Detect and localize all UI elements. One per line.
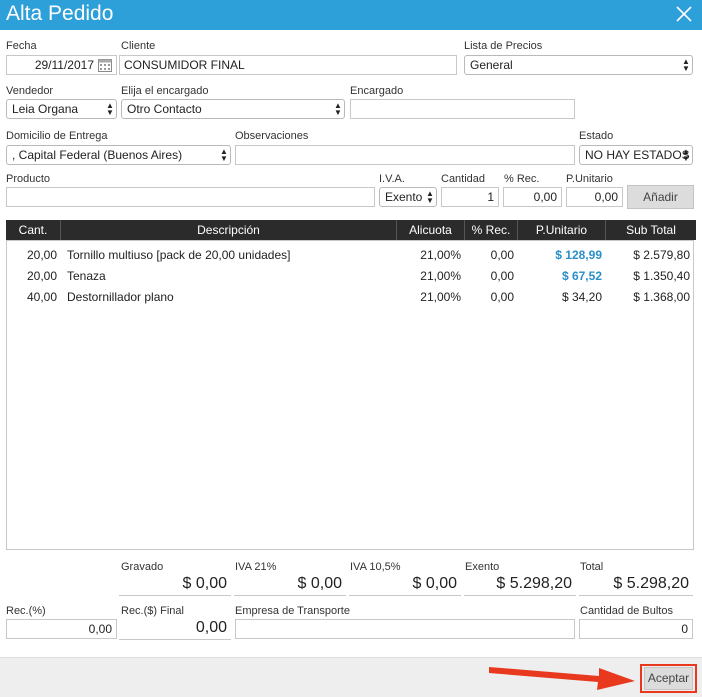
encargado-select[interactable]: Otro Contacto ▲ ▼: [121, 99, 345, 119]
cell-cant: 20,00: [26, 248, 57, 262]
items-table-header: Cant. Descripción Alicuota % Rec. P.Unit…: [6, 220, 696, 240]
rec-final-value: 0,00: [119, 618, 231, 640]
select-arrows-icon: ▲ ▼: [682, 57, 690, 73]
transporte-input[interactable]: [235, 619, 575, 639]
punitario-label: P.Unitario: [566, 173, 613, 185]
select-arrows-icon: ▲ ▼: [106, 101, 114, 117]
estado-label: Estado: [579, 130, 614, 142]
estado-select[interactable]: NO HAY ESTADOS ▲ ▼: [579, 145, 693, 165]
encargado-select-label: Elija el encargado: [121, 85, 209, 97]
observaciones-label: Observaciones: [235, 130, 309, 142]
transporte-label: Empresa de Transporte: [235, 605, 350, 617]
select-arrows-icon: ▲ ▼: [426, 189, 434, 205]
cell-punitario: $ 128,99: [555, 248, 602, 262]
cell-cant: 40,00: [26, 290, 57, 304]
producto-label: Producto: [6, 173, 51, 185]
exento-value: $ 5.298,20: [464, 574, 576, 596]
rec-pct-label: Rec.(%): [6, 605, 46, 617]
accept-button[interactable]: Aceptar: [644, 667, 693, 690]
exento-label: Exento: [465, 561, 500, 573]
table-row[interactable]: 20,00 Tenaza 21,00% 0,00 $ 67,52 $ 1.350…: [7, 266, 697, 286]
estado-value: NO HAY ESTADOS: [585, 148, 690, 162]
cell-alicuota: 21,00%: [420, 248, 461, 262]
producto-input[interactable]: [6, 187, 375, 207]
cliente-label: Cliente: [121, 40, 156, 52]
cell-rec: 0,00: [490, 269, 514, 283]
iva-select[interactable]: Exento ▲ ▼: [379, 187, 437, 207]
col-header-rec[interactable]: % Rec.: [465, 220, 518, 240]
gravado-value: $ 0,00: [119, 574, 231, 596]
lista-precios-value: General: [470, 58, 513, 72]
cell-rec: 0,00: [490, 290, 514, 304]
domicilio-label: Domicilio de Entrega: [6, 130, 108, 142]
bultos-label: Cantidad de Bultos: [580, 605, 673, 617]
total-label: Total: [580, 561, 604, 573]
vendedor-value: Leia Organa: [12, 102, 79, 116]
cell-descripcion: Tenaza: [67, 269, 106, 283]
col-header-subtotal[interactable]: Sub Total: [606, 220, 696, 240]
cell-cant: 20,00: [26, 269, 57, 283]
cell-alicuota: 21,00%: [420, 269, 461, 283]
add-item-button[interactable]: Añadir: [627, 185, 694, 209]
cantidad-input[interactable]: 1: [441, 187, 499, 207]
table-row[interactable]: 40,00 Destornillador plano 21,00% 0,00 $…: [7, 287, 697, 307]
iva105-value: $ 0,00: [349, 574, 461, 596]
cell-subtotal: $ 1.368,00: [633, 290, 690, 304]
observaciones-input[interactable]: [235, 145, 575, 165]
iva-label: I.V.A.: [379, 173, 405, 185]
cell-punitario: $ 67,52: [561, 269, 602, 283]
lista-precios-select[interactable]: General ▲ ▼: [464, 55, 693, 75]
punitario-input[interactable]: 0,00: [566, 187, 623, 207]
calendar-icon[interactable]: [98, 58, 112, 72]
iva21-label: IVA 21%: [235, 561, 277, 573]
encargado-select-value: Otro Contacto: [127, 102, 202, 116]
cliente-input[interactable]: CONSUMIDOR FINAL: [119, 55, 457, 75]
col-header-alicuota[interactable]: Alicuota: [397, 220, 465, 240]
domicilio-value: , Capital Federal (Buenos Aires): [12, 148, 183, 162]
lista-precios-label: Lista de Precios: [464, 40, 543, 52]
domicilio-select[interactable]: , Capital Federal (Buenos Aires) ▲ ▼: [6, 145, 231, 165]
annotation-arrow: [487, 661, 637, 691]
cell-subtotal: $ 1.350,40: [633, 269, 690, 283]
dialog-title: Alta Pedido: [6, 2, 114, 25]
rec-final-label: Rec.($) Final: [121, 605, 184, 617]
cell-rec: 0,00: [490, 248, 514, 262]
cell-descripcion: Destornillador plano: [67, 290, 174, 304]
items-table-body: 20,00 Tornillo multiuso [pack de 20,00 u…: [6, 240, 694, 550]
iva105-label: IVA 10,5%: [350, 561, 401, 573]
total-value: $ 5.298,20: [579, 574, 693, 596]
gravado-label: Gravado: [121, 561, 164, 573]
select-arrows-icon: ▲ ▼: [334, 101, 342, 117]
col-header-punitario[interactable]: P.Unitario: [518, 220, 606, 240]
rec-label: % Rec.: [504, 173, 540, 185]
close-icon[interactable]: [672, 1, 696, 27]
bultos-input[interactable]: 0: [579, 619, 693, 639]
vendedor-label: Vendedor: [6, 85, 54, 97]
cell-alicuota: 21,00%: [420, 290, 461, 304]
encargado-input[interactable]: [350, 99, 575, 119]
table-row[interactable]: 20,00 Tornillo multiuso [pack de 20,00 u…: [7, 245, 697, 265]
encargado-label: Encargado: [350, 85, 404, 97]
iva21-value: $ 0,00: [234, 574, 346, 596]
vendedor-select[interactable]: Leia Organa ▲ ▼: [6, 99, 117, 119]
rec-pct-input[interactable]: 0,00: [6, 619, 117, 639]
cantidad-label: Cantidad: [441, 173, 486, 185]
rec-input[interactable]: 0,00: [503, 187, 562, 207]
select-arrows-icon: ▲ ▼: [682, 147, 690, 163]
fecha-label: Fecha: [6, 40, 37, 52]
iva-value: Exento: [385, 190, 423, 204]
cell-descripcion: Tornillo multiuso [pack de 20,00 unidade…: [67, 248, 291, 262]
cell-punitario: $ 34,20: [561, 290, 602, 304]
cell-subtotal: $ 2.579,80: [633, 248, 690, 262]
col-header-cant[interactable]: Cant.: [6, 220, 61, 240]
col-header-descripcion[interactable]: Descripción: [61, 220, 397, 240]
select-arrows-icon: ▲ ▼: [220, 147, 228, 163]
